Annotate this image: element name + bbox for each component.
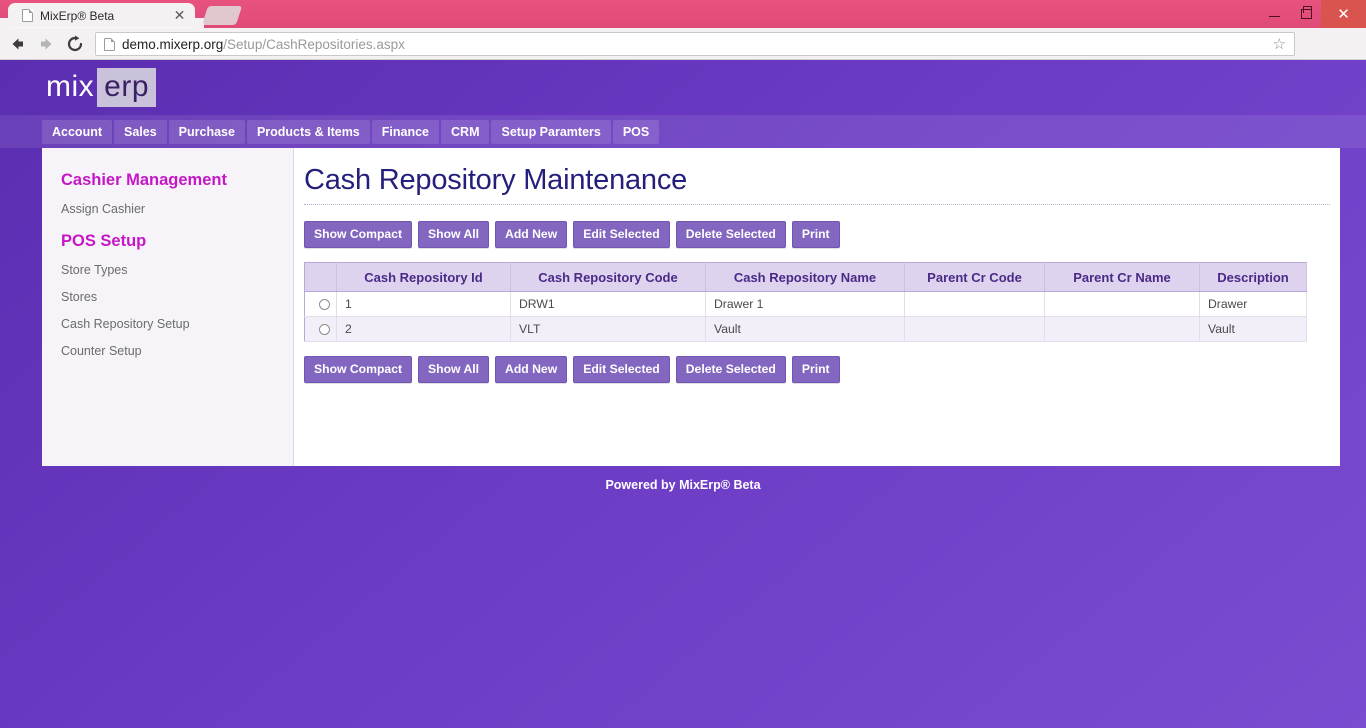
table-header-row: Cash Repository Id Cash Repository Code … <box>304 262 1307 292</box>
add-new-button[interactable]: Add New <box>495 356 568 383</box>
main-content: Cash Repository Maintenance Show Compact… <box>294 148 1340 466</box>
back-arrow-icon[interactable] <box>8 35 26 53</box>
table-row[interactable]: 1 DRW1 Drawer 1 Drawer <box>304 291 1307 317</box>
nav-item-sales[interactable]: Sales <box>114 119 167 144</box>
nav-item-list: Account Sales Purchase Products & Items … <box>42 115 661 148</box>
row-radio-button[interactable] <box>319 299 330 311</box>
logo-text: mix <box>46 70 95 103</box>
delete-selected-button[interactable]: Delete Selected <box>675 221 786 248</box>
main-navigation: Account Sales Purchase Products & Items … <box>0 115 1366 148</box>
url-domain: demo.mixerp.org <box>122 37 224 52</box>
cell-name: Vault <box>705 316 905 342</box>
delete-selected-button[interactable]: Delete Selected <box>675 356 786 383</box>
sidebar-item-counter-setup[interactable]: Counter Setup <box>42 338 293 365</box>
url-bar[interactable]: demo.mixerp.org/Setup/CashRepositories.a… <box>95 32 1295 56</box>
print-button[interactable]: Print <box>791 221 840 248</box>
nav-item-account[interactable]: Account <box>42 119 112 144</box>
nav-item-crm[interactable]: CRM <box>441 119 490 144</box>
cell-id: 1 <box>336 291 511 317</box>
tab-strip: MixErp® Beta ✕ ✕ <box>0 0 1366 28</box>
content-wrapper: Cashier Management Assign Cashier POS Se… <box>42 148 1340 466</box>
nav-item-products-items[interactable]: Products & Items <box>246 119 370 144</box>
edit-selected-button[interactable]: Edit Selected <box>573 356 670 383</box>
cell-name: Drawer 1 <box>705 291 905 317</box>
cell-description: Vault <box>1199 316 1307 342</box>
site-logo[interactable]: mix erp <box>46 68 157 107</box>
show-compact-button[interactable]: Show Compact <box>304 221 413 248</box>
reload-icon[interactable] <box>66 35 84 53</box>
close-icon[interactable]: ✕ <box>1321 0 1366 28</box>
url-path: /Setup/CashRepositories.aspx <box>223 37 405 52</box>
cell-parent-code <box>904 291 1045 317</box>
cell-code: VLT <box>510 316 706 342</box>
page-body: mix erp Account Sales Purchase Products &… <box>0 60 1366 728</box>
row-radio-button[interactable] <box>319 324 330 336</box>
column-header-select <box>304 262 337 292</box>
column-header-parent-code: Parent Cr Code <box>904 262 1045 292</box>
cash-repository-table: Cash Repository Id Cash Repository Code … <box>304 262 1307 342</box>
sidebar-item-stores[interactable]: Stores <box>42 284 293 311</box>
nav-item-setup-paramters[interactable]: Setup Paramters <box>491 119 611 144</box>
sidebar-item-assign-cashier[interactable]: Assign Cashier <box>42 196 293 223</box>
cell-parent-name <box>1044 291 1200 317</box>
cell-code: DRW1 <box>510 291 706 317</box>
cell-description: Drawer <box>1199 291 1307 317</box>
column-header-parent-name: Parent Cr Name <box>1044 262 1200 292</box>
sidebar: Cashier Management Assign Cashier POS Se… <box>42 148 294 466</box>
cell-id: 2 <box>336 316 511 342</box>
print-button[interactable]: Print <box>791 356 840 383</box>
nav-item-finance[interactable]: Finance <box>371 119 440 144</box>
browser-toolbar: demo.mixerp.org/Setup/CashRepositories.a… <box>0 28 1366 81</box>
row-select-cell[interactable] <box>304 291 337 317</box>
title-divider <box>304 204 1330 205</box>
nav-item-purchase[interactable]: Purchase <box>168 119 245 144</box>
edit-selected-button[interactable]: Edit Selected <box>573 221 670 248</box>
column-header-id: Cash Repository Id <box>336 262 511 292</box>
table-row[interactable]: 2 VLT Vault Vault <box>304 316 1307 342</box>
toolbar-buttons-top: Show Compact Show All Add New Edit Selec… <box>304 221 1330 248</box>
close-icon[interactable]: ✕ <box>172 8 187 23</box>
url-text: demo.mixerp.org/Setup/CashRepositories.a… <box>122 36 405 54</box>
logo-mark: erp <box>97 68 157 107</box>
page-footer: Powered by MixErp® Beta <box>605 478 761 492</box>
column-header-name: Cash Repository Name <box>705 262 905 292</box>
window-controls: ✕ <box>1259 0 1366 28</box>
page-title: Cash Repository Maintenance <box>304 164 688 196</box>
site-header: mix erp <box>0 60 1366 115</box>
sidebar-item-store-types[interactable]: Store Types <box>42 257 293 284</box>
new-tab-icon[interactable] <box>201 6 243 25</box>
show-all-button[interactable]: Show All <box>418 221 490 248</box>
minimize-icon[interactable] <box>1259 0 1290 26</box>
document-icon <box>104 38 115 51</box>
browser-chrome: MixErp® Beta ✕ ✕ demo.mixerp.org/Setup/C… <box>0 0 1366 81</box>
column-header-description: Description <box>1199 262 1307 292</box>
bookmark-star-icon[interactable]: ☆ <box>1273 37 1286 53</box>
document-icon <box>22 9 33 22</box>
forward-arrow-icon[interactable] <box>38 35 56 53</box>
toolbar-buttons-bottom: Show Compact Show All Add New Edit Selec… <box>304 356 1330 383</box>
sidebar-heading-pos-setup: POS Setup <box>61 232 147 250</box>
nav-item-pos[interactable]: POS <box>612 119 660 144</box>
show-all-button[interactable]: Show All <box>418 356 490 383</box>
cell-parent-code <box>904 316 1045 342</box>
tab-title: MixErp® Beta <box>40 9 115 23</box>
browser-tab[interactable]: MixErp® Beta ✕ <box>0 3 204 28</box>
cell-parent-name <box>1044 316 1200 342</box>
column-header-code: Cash Repository Code <box>510 262 706 292</box>
sidebar-item-cash-repository-setup[interactable]: Cash Repository Setup <box>42 311 293 338</box>
maximize-icon[interactable] <box>1290 0 1321 26</box>
row-select-cell[interactable] <box>304 316 337 342</box>
show-compact-button[interactable]: Show Compact <box>304 356 413 383</box>
sidebar-heading-cashier-management: Cashier Management <box>61 171 227 189</box>
add-new-button[interactable]: Add New <box>495 221 568 248</box>
